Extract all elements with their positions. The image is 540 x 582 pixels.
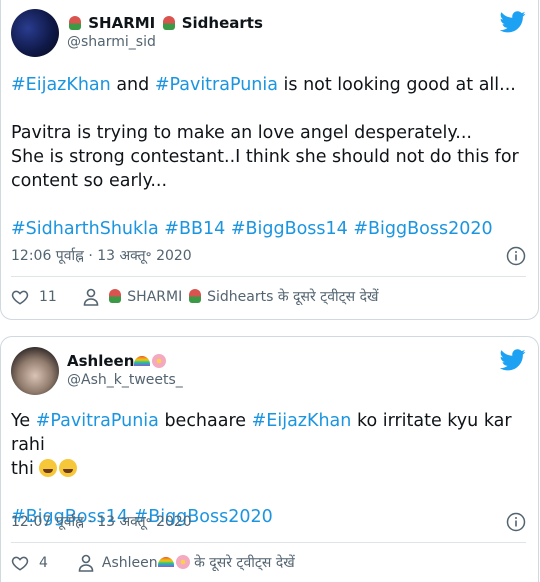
info-icon[interactable] [506, 512, 526, 532]
divider [11, 276, 526, 277]
rose-emoji [162, 16, 175, 30]
rose-emoji [188, 289, 201, 303]
hashtag-link[interactable]: #BiggBoss14 [231, 219, 348, 239]
timestamp[interactable]: 12:06 पूर्वाह्न · 13 अक्तू॰ 2020 [11, 248, 192, 264]
display-name-part2: Sidhearts [181, 14, 263, 32]
divider [11, 542, 526, 543]
hashtag-link[interactable]: #EijazKhan [252, 411, 352, 431]
hashtag-link[interactable]: #PavitraPunia [36, 411, 159, 431]
text: is not looking good at all... [277, 75, 516, 95]
user-icon [83, 288, 99, 306]
hashtag-link[interactable]: #BB14 [164, 219, 225, 239]
heart-icon[interactable] [11, 554, 29, 572]
tweet-header: Ashleen @Ash_k_tweets_ [11, 347, 526, 399]
user-icon [78, 554, 94, 572]
text: Ye [11, 411, 36, 431]
avatar[interactable] [11, 9, 59, 57]
display-name[interactable]: Ashleen [67, 351, 183, 371]
heart-icon[interactable] [11, 288, 29, 306]
twitter-bird-icon[interactable] [500, 349, 526, 371]
joy-emoji [39, 459, 58, 477]
more-tweets-name2: Sidhearts [207, 289, 274, 305]
hashtag-link[interactable]: #EijazKhan [11, 75, 111, 95]
hashtag-link[interactable]: #SidharthShukla [11, 219, 159, 239]
tweet-header: SHARMI Sidhearts @sharmi_sid [11, 9, 526, 61]
display-name[interactable]: SHARMI Sidhearts [67, 13, 263, 33]
twitter-bird-icon[interactable] [500, 11, 526, 33]
more-tweets-suffix: के दूसरे ट्वीट्स देखें [277, 289, 379, 305]
rose-emoji [69, 16, 81, 30]
more-tweets-name: Ashleen [101, 555, 158, 571]
timestamp[interactable]: 12:07 पूर्वाह्न · 13 अक्तू॰ 2020 [11, 514, 192, 530]
flower-emoji [175, 555, 190, 569]
display-name-part1: SHARMI [88, 14, 156, 32]
joy-emoji [59, 459, 78, 477]
rose-emoji [108, 289, 121, 303]
rainbow-emoji [157, 557, 174, 567]
flower-emoji [152, 354, 167, 368]
tweet-meta: 12:07 पूर्वाह्न · 13 अक्तू॰ 2020 [11, 512, 526, 532]
like-count[interactable]: 4 [39, 553, 48, 573]
author-names[interactable]: Ashleen @Ash_k_tweets_ [67, 351, 183, 390]
display-name-text: Ashleen [67, 352, 135, 370]
tweet-text: Ye #PavitraPunia bechaare #EijazKhan ko … [11, 409, 526, 529]
text: She is strong contestant..I think she sh… [11, 147, 519, 191]
tweet-meta: 12:06 पूर्वाह्न · 13 अक्तू॰ 2020 [11, 246, 526, 266]
tweet-actions: 4 Ashleen के दूसरे ट्वीट्स देखें [11, 553, 526, 573]
tweet-actions: 11 SHARMI Sidhearts के दूसरे ट्वीट्स देख… [11, 287, 526, 307]
text: and [110, 75, 155, 95]
more-tweets-name1: SHARMI [127, 289, 183, 305]
user-handle[interactable]: @sharmi_sid [67, 33, 263, 52]
info-icon[interactable] [506, 246, 526, 266]
text: Pavitra is trying to make an love angel … [11, 123, 472, 143]
avatar[interactable] [11, 347, 59, 395]
hashtag-link[interactable]: #PavitraPunia [155, 75, 278, 95]
more-tweets-suffix: के दूसरे ट्वीट्स देखें [194, 555, 295, 571]
like-count[interactable]: 11 [39, 287, 57, 307]
text: thi [11, 459, 34, 479]
more-tweets-link[interactable]: SHARMI Sidhearts के दूसरे ट्वीट्स देखें [107, 287, 379, 307]
text: bechaare [158, 411, 252, 431]
tweet-card[interactable]: Ashleen @Ash_k_tweets_ Ye #PavitraPunia … [0, 336, 539, 582]
rainbow-emoji [134, 356, 151, 366]
tweet-text: #EijazKhan and #PavitraPunia is not look… [11, 73, 526, 241]
tweet-card[interactable]: SHARMI Sidhearts @sharmi_sid #EijazKhan … [0, 0, 539, 320]
user-handle[interactable]: @Ash_k_tweets_ [67, 371, 183, 390]
hashtag-link[interactable]: #BiggBoss2020 [353, 219, 492, 239]
author-names[interactable]: SHARMI Sidhearts @sharmi_sid [67, 13, 263, 52]
more-tweets-link[interactable]: Ashleen के दूसरे ट्वीट्स देखें [102, 553, 295, 573]
